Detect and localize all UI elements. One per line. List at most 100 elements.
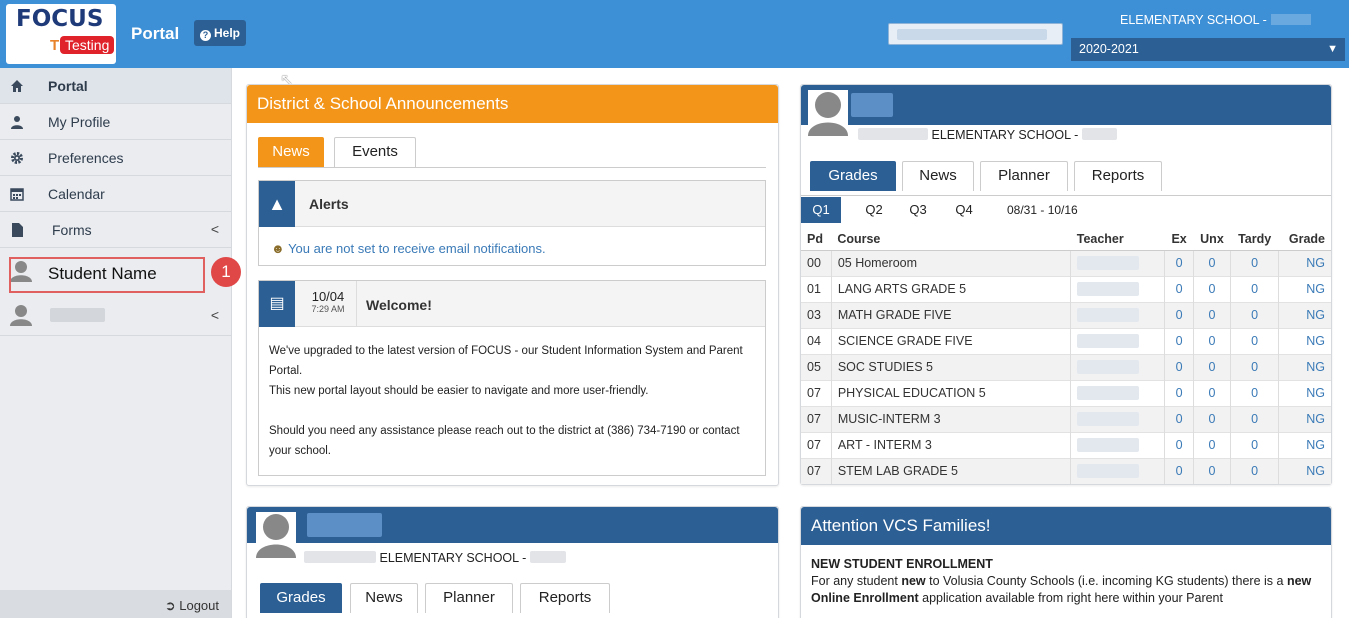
tab-reports[interactable]: Reports <box>520 583 610 613</box>
grade-cell[interactable]: NG <box>1278 457 1331 484</box>
tab-planner[interactable]: Planner <box>980 161 1068 191</box>
student-avatar-icon <box>256 512 296 558</box>
sidebar-item-label: Calendar <box>48 186 105 202</box>
unx-cell[interactable]: 0 <box>1192 327 1231 354</box>
attention-body: NEW STUDENT ENROLLMENT For any student n… <box>811 556 1323 607</box>
teacher-cell <box>1070 275 1165 302</box>
grade-cell[interactable]: NG <box>1278 405 1331 432</box>
tab-q2[interactable]: Q2 <box>854 197 894 223</box>
ex-cell[interactable]: 0 <box>1164 249 1194 276</box>
quarter-date-range: 08/31 - 10/16 <box>1007 203 1078 217</box>
tab-planner[interactable]: Planner <box>425 583 513 613</box>
sidebar-item-calendar[interactable]: Calendar <box>0 176 231 212</box>
pd-cell: 07 <box>801 457 832 484</box>
tab-news[interactable]: News <box>902 161 974 191</box>
sidebar-item-label: Preferences <box>48 150 124 166</box>
unx-cell[interactable]: 0 <box>1192 353 1231 380</box>
tab-q4[interactable]: Q4 <box>944 197 984 223</box>
table-row[interactable]: 01 LANG ARTS GRADE 5 0 0 0 NG <box>801 275 1331 302</box>
tardy-cell[interactable]: 0 <box>1230 301 1279 328</box>
tab-news[interactable]: News <box>258 137 324 167</box>
column-header[interactable]: Ex <box>1164 228 1194 251</box>
tab-grades[interactable]: Grades <box>810 161 896 191</box>
unx-cell[interactable]: 0 <box>1192 431 1231 458</box>
grade-cell[interactable]: NG <box>1278 301 1331 328</box>
tardy-cell[interactable]: 0 <box>1230 249 1279 276</box>
year-select[interactable]: 2020-2021 ▼ <box>1071 38 1345 61</box>
tardy-cell[interactable]: 0 <box>1230 431 1279 458</box>
tardy-cell[interactable]: 0 <box>1230 405 1279 432</box>
ex-cell[interactable]: 0 <box>1164 379 1194 406</box>
redacted-teacher <box>1077 281 1140 296</box>
sidebar-item-student-2[interactable]: < <box>0 296 231 336</box>
sidebar-item-portal[interactable]: Portal <box>0 68 231 104</box>
grade-cell[interactable]: NG <box>1278 431 1331 458</box>
logout-button[interactable]: ➲ Logout <box>0 590 231 618</box>
help-button[interactable]: ? Help <box>194 20 247 46</box>
tardy-cell[interactable]: 0 <box>1230 327 1279 354</box>
ex-cell[interactable]: 0 <box>1164 275 1194 302</box>
unx-cell[interactable]: 0 <box>1192 379 1231 406</box>
column-header[interactable]: Pd <box>801 228 832 251</box>
unx-cell[interactable]: 0 <box>1192 457 1231 484</box>
ex-cell[interactable]: 0 <box>1164 457 1194 484</box>
column-header[interactable]: Teacher <box>1070 228 1165 251</box>
grade-cell[interactable]: NG <box>1278 327 1331 354</box>
grade-cell[interactable]: NG <box>1278 379 1331 406</box>
ex-cell[interactable]: 0 <box>1164 327 1194 354</box>
callout-badge: 1 <box>211 257 241 287</box>
tardy-cell[interactable]: 0 <box>1230 275 1279 302</box>
course-cell: LANG ARTS GRADE 5 <box>830 275 1071 302</box>
email-notification-link[interactable]: ☻ You are not set to receive email notif… <box>271 241 546 256</box>
ex-cell[interactable]: 0 <box>1164 431 1194 458</box>
tab-news[interactable]: News <box>350 583 418 613</box>
table-row[interactable]: 07 STEM LAB GRADE 5 0 0 0 NG <box>801 457 1331 484</box>
sidebar-item-preferences[interactable]: Preferences <box>0 140 231 176</box>
teacher-cell <box>1070 353 1165 380</box>
redacted-teacher <box>1077 463 1140 478</box>
table-row[interactable]: 07 PHYSICAL EDUCATION 5 0 0 0 NG <box>801 379 1331 406</box>
pd-cell: 07 <box>801 431 832 458</box>
sidebar-item-label: My Profile <box>48 114 111 130</box>
tardy-cell[interactable]: 0 <box>1230 353 1279 380</box>
grade-cell[interactable]: NG <box>1278 275 1331 302</box>
sidebar-item-forms[interactable]: Forms < <box>0 212 231 248</box>
help-label: Help <box>214 26 241 40</box>
table-row[interactable]: 05 SOC STUDIES 5 0 0 0 NG <box>801 353 1331 380</box>
unx-cell[interactable]: 0 <box>1192 405 1231 432</box>
redacted-teacher <box>1077 437 1140 452</box>
tab-grades[interactable]: Grades <box>260 583 342 613</box>
column-header[interactable]: Tardy <box>1230 228 1279 251</box>
school-selector[interactable]: ELEMENTARY SCHOOL - <box>1120 13 1311 27</box>
focus-logo[interactable]: FOCUS T Testing <box>6 4 116 64</box>
tardy-cell[interactable]: 0 <box>1230 379 1279 406</box>
ex-cell[interactable]: 0 <box>1164 405 1194 432</box>
table-row[interactable]: 07 ART - INTERM 3 0 0 0 NG <box>801 431 1331 458</box>
unx-cell[interactable]: 0 <box>1192 275 1231 302</box>
course-cell: MATH GRADE FIVE <box>830 301 1071 328</box>
column-header[interactable]: Grade <box>1278 228 1331 251</box>
unx-cell[interactable]: 0 <box>1192 301 1231 328</box>
logo-testing-badge: Testing <box>60 36 115 54</box>
table-row[interactable]: 00 05 Homeroom 0 0 0 NG <box>801 249 1331 276</box>
tab-events[interactable]: Events <box>334 137 416 167</box>
tab-q3[interactable]: Q3 <box>898 197 938 223</box>
tab-q1[interactable]: Q1 <box>801 197 841 223</box>
table-row[interactable]: 04 SCIENCE GRADE FIVE 0 0 0 NG <box>801 327 1331 354</box>
ex-cell[interactable]: 0 <box>1164 353 1194 380</box>
tardy-cell[interactable]: 0 <box>1230 457 1279 484</box>
column-header[interactable]: Course <box>831 228 1071 251</box>
grade-cell[interactable]: NG <box>1278 249 1331 276</box>
unx-cell[interactable]: 0 <box>1192 249 1231 276</box>
pd-cell: 07 <box>801 379 832 406</box>
user-select[interactable] <box>888 23 1063 45</box>
grade-cell[interactable]: NG <box>1278 353 1331 380</box>
welcome-body: We've upgraded to the latest version of … <box>269 341 759 461</box>
column-header[interactable]: Unx <box>1193 228 1231 251</box>
table-row[interactable]: 03 MATH GRADE FIVE 0 0 0 NG <box>801 301 1331 328</box>
sidebar-item-my-profile[interactable]: My Profile <box>0 104 231 140</box>
table-row[interactable]: 07 MUSIC-INTERM 3 0 0 0 NG <box>801 405 1331 432</box>
tab-reports[interactable]: Reports <box>1074 161 1162 191</box>
student-name[interactable]: Student Name <box>48 264 157 284</box>
ex-cell[interactable]: 0 <box>1164 301 1194 328</box>
